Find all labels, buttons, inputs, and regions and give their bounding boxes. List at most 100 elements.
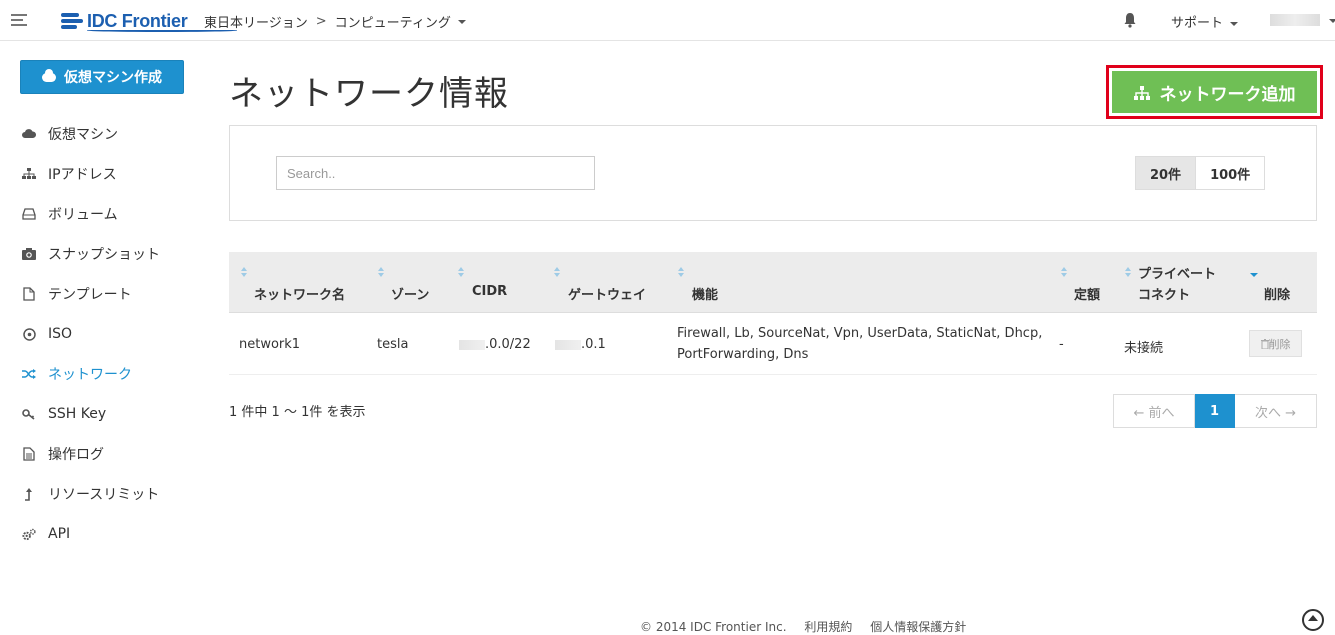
- sidebar-item-vm[interactable]: 仮想マシン: [0, 114, 200, 154]
- sitemap-icon: [22, 167, 36, 181]
- support-label: サポート: [1171, 16, 1224, 31]
- column-header-name[interactable]: ネットワーク名: [254, 284, 345, 303]
- current-page-button[interactable]: 1: [1195, 394, 1235, 428]
- sitemap-icon: [1133, 85, 1150, 100]
- quota-cell: -: [1059, 337, 1064, 352]
- table-body: network1 tesla .0.0/22 .0.1 Firewall, Lb…: [229, 313, 1317, 375]
- cidr-cell: .0.0/22: [459, 337, 531, 352]
- sidebar-item-label: ボリューム: [48, 207, 118, 223]
- user-menu[interactable]: [1270, 14, 1320, 26]
- sidebar-item-network[interactable]: ネットワーク: [0, 354, 200, 394]
- column-header-private-connect-line2[interactable]: コネクト: [1138, 284, 1190, 303]
- zone-cell: tesla: [377, 337, 409, 352]
- features-line-2: PortForwarding, Dns: [677, 347, 809, 362]
- redacted-value: [459, 339, 485, 350]
- camera-icon: [22, 247, 36, 261]
- chevron-down-icon[interactable]: [1329, 19, 1335, 23]
- private-connect-status: 未接続: [1124, 341, 1164, 356]
- disc-icon: [22, 327, 36, 341]
- sort-desc-icon[interactable]: [1250, 273, 1258, 277]
- sidebar-item-resource-limit[interactable]: リソースリミット: [0, 474, 200, 514]
- sort-icon[interactable]: [378, 267, 384, 277]
- column-header-cidr[interactable]: CIDR: [472, 284, 507, 299]
- cloud-icon: [42, 68, 56, 82]
- logo[interactable]: IDC Frontier: [61, 9, 237, 33]
- sidebar-item-label: SSH Key: [48, 406, 107, 422]
- sort-icon[interactable]: [458, 267, 464, 277]
- sidebar-item-label: 仮想マシン: [48, 127, 118, 143]
- file-icon: [22, 287, 36, 301]
- table-header: ネットワーク名 ゾーン CIDR ゲートウェイ 機能 定額 プライベート コネク…: [229, 252, 1317, 313]
- prev-page-button[interactable]: ← 前へ: [1113, 394, 1195, 428]
- create-vm-button[interactable]: 仮想マシン作成: [20, 60, 184, 94]
- result-summary: 1 件中 1 ～ 1件 を表示: [229, 405, 366, 420]
- sidebar-item-ssh-key[interactable]: SSH Key: [0, 394, 200, 434]
- sidebar-item-api[interactable]: API: [0, 514, 200, 554]
- network-table: ネットワーク名 ゾーン CIDR ゲートウェイ 機能 定額 プライベート コネク…: [229, 252, 1317, 375]
- page-title: ネットワーク情報: [229, 74, 509, 114]
- cloud-icon: [22, 127, 36, 141]
- sidebar-item-label: ネットワーク: [48, 367, 132, 383]
- sidebar-item-label: 操作ログ: [48, 447, 104, 463]
- breadcrumb-region[interactable]: 東日本リージョン: [204, 12, 308, 31]
- add-network-highlight: ネットワーク追加: [1106, 65, 1323, 119]
- chevron-down-icon: [1230, 21, 1239, 26]
- privacy-link[interactable]: 個人情報保護方針: [870, 620, 966, 634]
- breadcrumb: 東日本リージョン > コンピューティング: [204, 12, 466, 31]
- copyright: © 2014 IDC Frontier Inc.: [640, 620, 787, 634]
- table-row: network1 tesla .0.0/22 .0.1 Firewall, Lb…: [229, 313, 1317, 375]
- create-vm-label: 仮想マシン作成: [64, 70, 162, 86]
- page-size-20-button[interactable]: 20件: [1135, 156, 1197, 190]
- sidebar-item-ip[interactable]: IPアドレス: [0, 154, 200, 194]
- breadcrumb-separator: >: [315, 14, 327, 29]
- sidebar-item-label: ISO: [48, 326, 73, 342]
- hamburger-menu-icon[interactable]: [11, 14, 27, 26]
- cidr-suffix: .0.0/22: [485, 337, 531, 352]
- gateway-cell: .0.1: [555, 337, 606, 352]
- shuffle-icon: [22, 367, 36, 381]
- hdd-icon: [22, 207, 36, 221]
- sort-icon[interactable]: [1061, 267, 1067, 277]
- delete-label: 削除: [1268, 337, 1291, 351]
- sidebar-item-template[interactable]: テンプレート: [0, 274, 200, 314]
- column-header-features[interactable]: 機能: [692, 284, 718, 303]
- terms-link[interactable]: 利用規約: [804, 620, 852, 634]
- column-header-quota[interactable]: 定額: [1074, 284, 1100, 303]
- column-header-gateway[interactable]: ゲートウェイ: [568, 284, 646, 303]
- pagination: ← 前へ 1 次へ →: [1113, 394, 1317, 428]
- add-network-button[interactable]: ネットワーク追加: [1112, 71, 1317, 113]
- scroll-to-top-icon[interactable]: [1302, 609, 1324, 631]
- sort-icon[interactable]: [678, 267, 684, 277]
- sidebar-item-label: リソースリミット: [48, 487, 160, 503]
- sidebar-item-volume[interactable]: ボリューム: [0, 194, 200, 234]
- network-name[interactable]: network1: [239, 337, 300, 352]
- next-page-button[interactable]: 次へ →: [1235, 394, 1317, 428]
- page-size-group: 20件 100件: [1135, 156, 1266, 190]
- sidebar-item-iso[interactable]: ISO: [0, 314, 200, 354]
- sidebar: 仮想マシン作成 仮想マシン IPアドレス ボリューム スナップショット テンプレ…: [0, 41, 200, 627]
- sidebar-item-label: API: [48, 526, 71, 542]
- breadcrumb-section[interactable]: コンピューティング: [335, 12, 451, 31]
- sort-icon[interactable]: [554, 267, 560, 277]
- delete-button[interactable]: 削除: [1249, 330, 1302, 357]
- sort-icon[interactable]: [241, 267, 247, 277]
- level-up-icon: [22, 487, 36, 501]
- column-header-delete: 削除: [1264, 288, 1291, 303]
- sort-icon[interactable]: [1125, 267, 1131, 277]
- key-icon: [22, 407, 36, 421]
- features-line-1: Firewall, Lb, SourceNat, Vpn, UserData, …: [677, 326, 1043, 341]
- column-header-zone[interactable]: ゾーン: [391, 284, 429, 303]
- redacted-value: [555, 339, 581, 350]
- sidebar-item-operation-log[interactable]: 操作ログ: [0, 434, 200, 474]
- cogs-icon: [22, 527, 36, 541]
- bell-icon[interactable]: [1123, 12, 1137, 28]
- document-icon: [22, 447, 36, 461]
- support-menu[interactable]: サポート: [1171, 12, 1239, 31]
- column-header-private-connect[interactable]: プライベート: [1138, 263, 1216, 282]
- filter-panel: 20件 100件: [229, 125, 1317, 221]
- page-size-100-button[interactable]: 100件: [1196, 156, 1266, 190]
- trash-icon: [1260, 338, 1269, 349]
- chevron-down-icon[interactable]: [457, 19, 466, 24]
- sidebar-item-snapshot[interactable]: スナップショット: [0, 234, 200, 274]
- search-input[interactable]: [276, 156, 595, 190]
